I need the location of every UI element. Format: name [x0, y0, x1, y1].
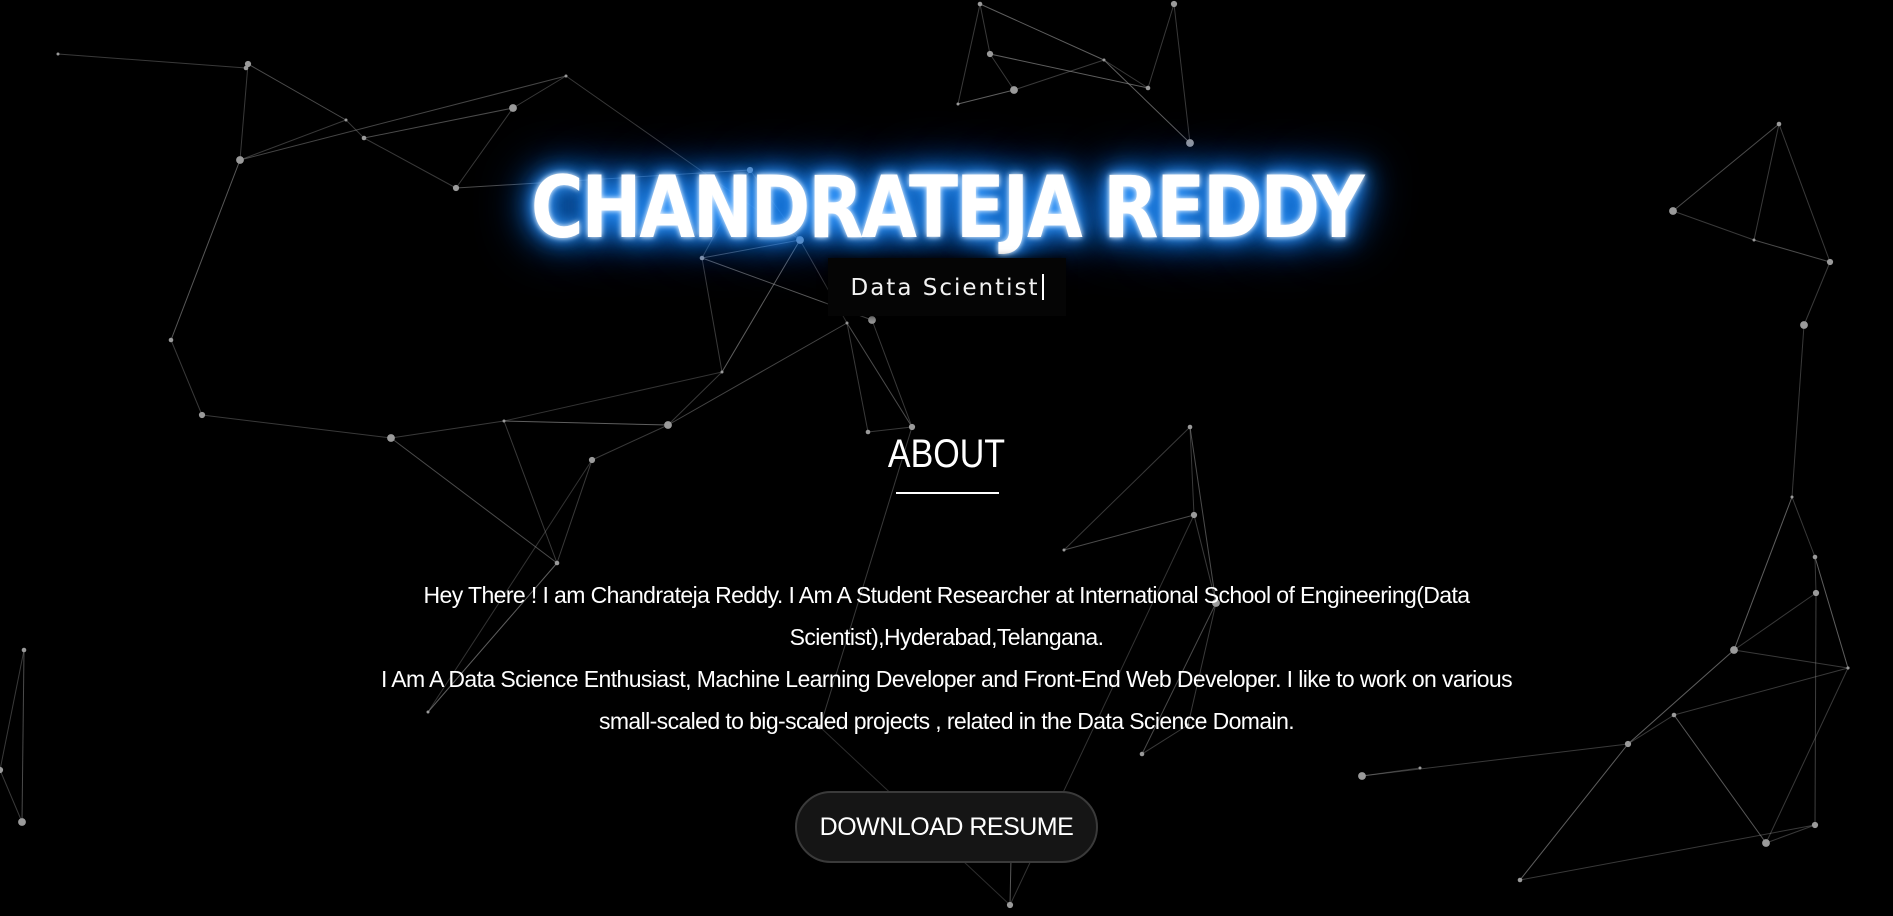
about-paragraph-2: I Am A Data Science Enthusiast, Machine …: [381, 666, 1513, 734]
about-heading: ABOUT: [887, 432, 1006, 476]
typed-role-label: Data Scientist: [850, 275, 1040, 301]
about-description: Hey There ! I am Chandrateja Reddy. I Am…: [376, 574, 1517, 742]
typing-cursor: [1041, 274, 1044, 300]
about-heading-underline: [896, 492, 999, 494]
about-paragraph-1: Hey There ! I am Chandrateja Reddy. I Am…: [423, 582, 1471, 650]
hero-name-title: CHANDRATEJA REDDY: [530, 158, 1365, 258]
hero-section: CHANDRATEJA REDDY Data Scientist ABOUT H…: [0, 0, 1893, 916]
typed-role-text: Data Scientist: [828, 274, 1066, 301]
typed-role-box: Data Scientist: [828, 258, 1066, 316]
download-resume-button[interactable]: DOWNLOAD RESUME: [795, 791, 1098, 863]
